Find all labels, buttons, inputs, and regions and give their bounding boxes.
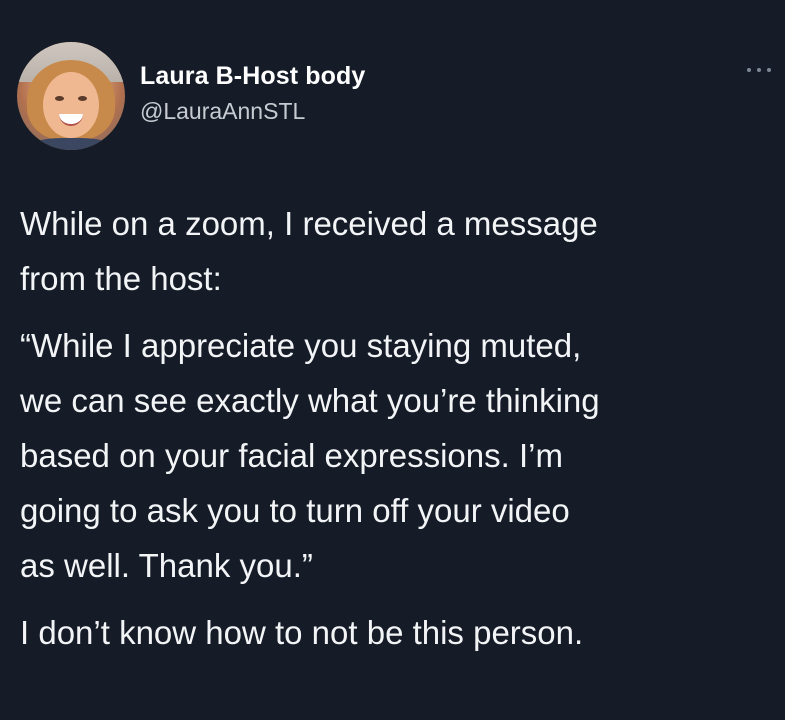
tweet-paragraph: I don’t know how to not be this person. (20, 614, 584, 651)
avatar-face (43, 72, 99, 138)
dot (747, 68, 751, 72)
dot (757, 68, 761, 72)
avatar-eye (55, 96, 64, 101)
tweet-text: While on a zoom, I received a message fr… (20, 196, 780, 672)
dot (767, 68, 771, 72)
more-options-icon[interactable] (747, 60, 771, 80)
author-display-name[interactable]: Laura B-Host body (140, 62, 365, 91)
avatar[interactable] (17, 42, 125, 150)
avatar-shirt (25, 138, 117, 150)
tweet-paragraph: “While I appreciate you staying muted, w… (20, 327, 600, 584)
avatar-eye (78, 96, 87, 101)
tweet-paragraph: While on a zoom, I received a message fr… (20, 205, 598, 297)
tweet-card: Laura B-Host body @LauraAnnSTL While on … (0, 0, 785, 720)
author-handle[interactable]: @LauraAnnSTL (140, 98, 305, 125)
